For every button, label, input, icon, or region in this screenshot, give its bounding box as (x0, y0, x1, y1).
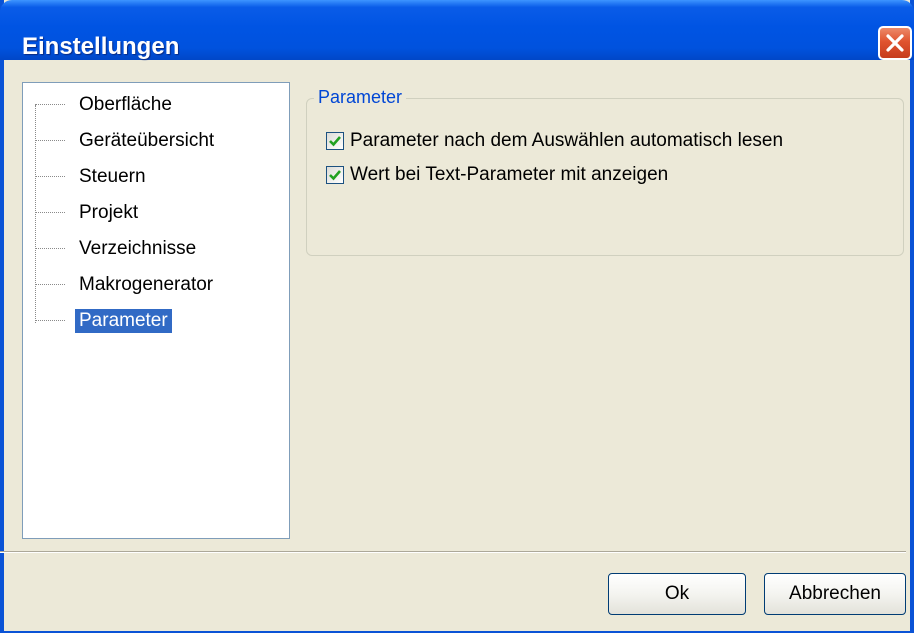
button-area-separator (0, 551, 906, 553)
tree-item-label: Geräteübersicht (79, 130, 215, 151)
tree-branch-line (35, 104, 65, 105)
tree-item-parameter[interactable]: Parameter (35, 307, 275, 333)
title-bar[interactable]: Einstellungen (0, 0, 914, 60)
checkbox-label: Parameter nach dem Auswählen automatisch… (350, 130, 784, 151)
tree-item-label: Verzeichnisse (79, 238, 197, 259)
tree-item-label: Steuern (79, 166, 146, 187)
cancel-button[interactable]: Abbrechen (764, 573, 906, 615)
tree-item-steuern[interactable]: Steuern (35, 163, 275, 189)
tree-item-projekt[interactable]: Projekt (35, 199, 275, 225)
tree-branch-line (35, 176, 65, 177)
tree-branch-line (35, 140, 65, 141)
checkbox-box[interactable] (326, 166, 344, 184)
tree-item-oberflaeche[interactable]: Oberfläche (35, 91, 275, 117)
tree-item-verzeichnisse[interactable]: Verzeichnisse (35, 235, 275, 261)
tree-item-label: Parameter (75, 309, 172, 333)
tree-item-label: Oberfläche (79, 94, 172, 115)
close-button[interactable] (878, 26, 912, 60)
groupbox-title: Parameter (314, 87, 407, 108)
tree-item-makrogenerator[interactable]: Makrogenerator (35, 271, 275, 297)
tree-branch-line (35, 320, 65, 321)
checkmark-icon (329, 136, 341, 147)
settings-category-tree[interactable]: Oberfläche Geräteübersicht Steuern Proje… (22, 82, 290, 539)
checkmark-icon (329, 170, 341, 181)
ok-button[interactable]: Ok (608, 573, 746, 615)
tree-branch-line (35, 212, 65, 213)
close-icon (886, 34, 904, 52)
tree-branch-line (35, 248, 65, 249)
checkbox-label: Wert bei Text-Parameter mit anzeigen (350, 164, 669, 185)
window-title: Einstellungen (22, 33, 180, 60)
tree-item-label: Projekt (79, 202, 139, 223)
tree-item-label: Makrogenerator (79, 274, 214, 295)
checkbox-box[interactable] (326, 132, 344, 150)
tree-item-geraeteuebersicht[interactable]: Geräteübersicht (35, 127, 275, 153)
tree-branch-line (35, 284, 65, 285)
